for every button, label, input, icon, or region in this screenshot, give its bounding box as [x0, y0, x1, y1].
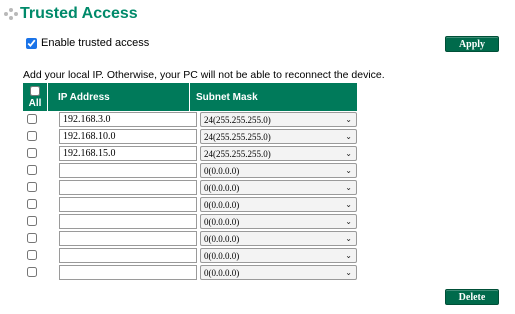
apply-button[interactable]: Apply	[445, 36, 499, 52]
subnet-mask-value: 0(0.0.0.0)	[204, 199, 240, 210]
chevron-down-icon: ⌄	[345, 268, 352, 277]
ip-address-input[interactable]	[59, 265, 197, 280]
select-all-label: All	[28, 97, 42, 109]
subnet-mask-value: 0(0.0.0.0)	[204, 216, 240, 227]
chevron-down-icon: ⌄	[345, 200, 352, 209]
subnet-mask-select[interactable]: 0(0.0.0.0) ⌄	[200, 214, 357, 229]
subnet-mask-select[interactable]: 0(0.0.0.0) ⌄	[200, 180, 357, 195]
ip-address-header: IP Address	[48, 83, 190, 111]
row-select-checkbox[interactable]	[27, 165, 37, 175]
subnet-mask-select[interactable]: 24(255.255.255.0) ⌄	[200, 112, 357, 127]
row-select-checkbox[interactable]	[27, 114, 37, 124]
table-row: 0(0.0.0.0) ⌄	[23, 247, 357, 264]
ip-address-input[interactable]	[59, 180, 197, 195]
chevron-down-icon: ⌄	[345, 132, 352, 141]
enable-trusted-access-option[interactable]: Enable trusted access	[26, 37, 149, 49]
chevron-down-icon: ⌄	[345, 234, 352, 243]
chevron-down-icon: ⌄	[345, 149, 352, 158]
subnet-mask-select[interactable]: 24(255.255.255.0) ⌄	[200, 146, 357, 161]
subnet-mask-value: 0(0.0.0.0)	[204, 233, 240, 244]
table-body: 24(255.255.255.0)⌄24(255.255.255.0)⌄24(2…	[23, 111, 357, 281]
subnet-mask-select[interactable]: 0(0.0.0.0) ⌄	[200, 163, 357, 178]
subnet-mask-value: 0(0.0.0.0)	[204, 267, 240, 278]
subnet-mask-value: 0(0.0.0.0)	[204, 165, 240, 176]
table-row: 0(0.0.0.0) ⌄	[23, 162, 357, 179]
table-header: All IP Address Subnet Mask	[23, 83, 357, 111]
hint-text: Add your local IP. Otherwise, your PC wi…	[23, 69, 385, 81]
select-all-header: All	[23, 83, 48, 111]
chevron-down-icon: ⌄	[345, 217, 352, 226]
page-header: Trusted Access	[4, 5, 138, 23]
row-select-checkbox[interactable]	[27, 182, 37, 192]
subnet-mask-select[interactable]: 24(255.255.255.0) ⌄	[200, 129, 357, 144]
subnet-mask-select[interactable]: 0(0.0.0.0) ⌄	[200, 197, 357, 212]
ip-address-input[interactable]	[59, 214, 197, 229]
ip-address-input[interactable]	[59, 248, 197, 263]
enable-trusted-access-label: Enable trusted access	[41, 37, 150, 49]
row-select-checkbox[interactable]	[27, 131, 37, 141]
table-row: 0(0.0.0.0) ⌄	[23, 230, 357, 247]
ip-address-input[interactable]	[59, 231, 197, 246]
select-all-checkbox[interactable]	[30, 85, 40, 96]
table-row: 24(255.255.255.0) ⌄	[23, 111, 357, 128]
chevron-down-icon: ⌄	[345, 115, 352, 124]
table-row: 24(255.255.255.0) ⌄	[23, 145, 357, 162]
delete-button[interactable]: Delete	[445, 289, 499, 305]
table-row: 0(0.0.0.0) ⌄	[23, 196, 357, 213]
table-row: 0(0.0.0.0) ⌄	[23, 179, 357, 196]
table-row: 0(0.0.0.0) ⌄	[23, 213, 357, 230]
dots-icon	[4, 7, 18, 21]
row-select-checkbox[interactable]	[27, 250, 37, 260]
ip-address-input[interactable]	[59, 197, 197, 212]
subnet-mask-value: 24(255.255.255.0)	[204, 131, 271, 142]
subnet-mask-value: 24(255.255.255.0)	[204, 114, 271, 125]
table-row: 0(0.0.0.0) ⌄	[23, 264, 357, 281]
row-select-checkbox[interactable]	[27, 216, 37, 226]
ip-address-input[interactable]	[59, 129, 197, 144]
subnet-mask-select[interactable]: 0(0.0.0.0) ⌄	[200, 265, 357, 280]
chevron-down-icon: ⌄	[345, 251, 352, 260]
enable-trusted-access-checkbox[interactable]	[26, 37, 37, 49]
row-select-checkbox[interactable]	[27, 267, 37, 277]
chevron-down-icon: ⌄	[345, 183, 352, 192]
chevron-down-icon: ⌄	[345, 166, 352, 175]
subnet-mask-value: 0(0.0.0.0)	[204, 250, 240, 261]
ip-address-input[interactable]	[59, 112, 197, 127]
subnet-mask-value: 24(255.255.255.0)	[204, 148, 271, 159]
table-row: 24(255.255.255.0) ⌄	[23, 128, 357, 145]
page-title: Trusted Access	[20, 5, 138, 22]
row-select-checkbox[interactable]	[27, 148, 37, 158]
ip-address-input[interactable]	[59, 146, 197, 161]
subnet-mask-select[interactable]: 0(0.0.0.0) ⌄	[200, 248, 357, 263]
subnet-mask-header: Subnet Mask	[196, 91, 258, 103]
row-select-checkbox[interactable]	[27, 233, 37, 243]
subnet-mask-select[interactable]: 0(0.0.0.0) ⌄	[200, 231, 357, 246]
row-select-checkbox[interactable]	[27, 199, 37, 209]
ip-address-input[interactable]	[59, 163, 197, 178]
subnet-mask-value: 0(0.0.0.0)	[204, 182, 240, 193]
trusted-ip-table: All IP Address Subnet Mask 24(255.255.25…	[23, 83, 357, 281]
